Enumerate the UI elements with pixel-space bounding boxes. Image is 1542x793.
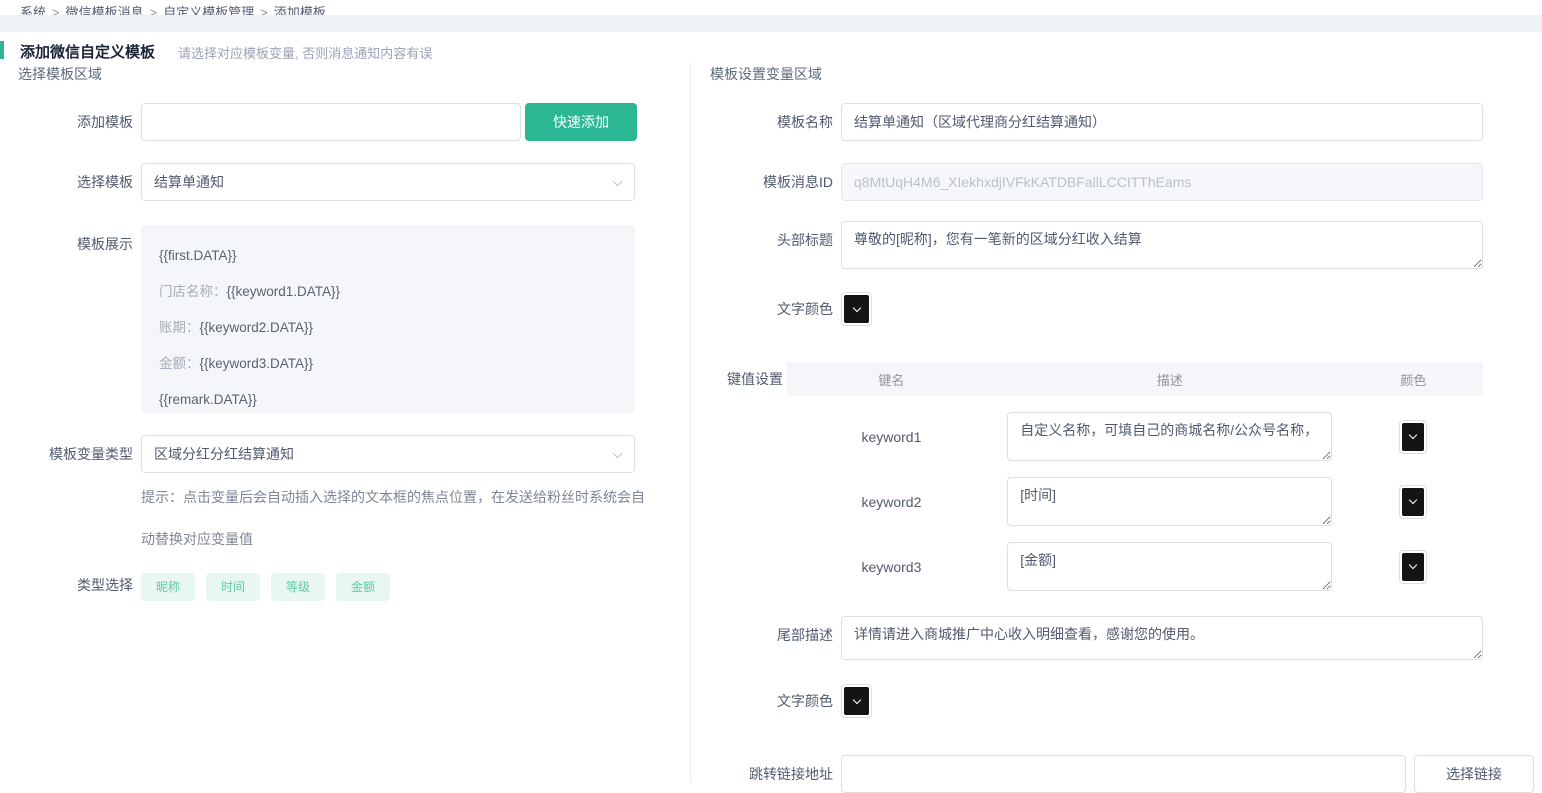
- page-title: 添加微信自定义模板: [20, 41, 155, 62]
- type-tag-level[interactable]: 等级: [271, 573, 325, 601]
- color-swatch: [1402, 488, 1424, 516]
- variable-type-value: 区域分红分红结算通知: [154, 446, 294, 462]
- title-accent-bar: [0, 41, 4, 59]
- type-tag-time[interactable]: 时间: [206, 573, 260, 601]
- select-template-value: 结算单通知: [154, 174, 224, 190]
- text-color-bottom-picker[interactable]: [841, 684, 872, 718]
- text-color-bottom-label: 文字颜色: [700, 684, 833, 718]
- kv-color-picker[interactable]: [1399, 420, 1427, 454]
- page-title-hint: 请选择对应模板变量, 否则消息通知内容有误: [178, 43, 432, 62]
- jump-link-input[interactable]: [841, 755, 1406, 793]
- add-template-label: 添加模板: [0, 103, 133, 141]
- kv-header-description: 描述: [996, 370, 1344, 389]
- preview-line: 门店名称：{{keyword1.DATA}}: [159, 274, 617, 310]
- kv-color-picker[interactable]: [1399, 550, 1427, 584]
- add-template-input[interactable]: [141, 103, 521, 141]
- preview-line: 金额：{{keyword3.DATA}}: [159, 346, 617, 382]
- variable-tip-text: 提示：点击变量后会自动插入选择的文本框的焦点位置，在发送给粉丝时系统会自动替换对…: [141, 476, 646, 560]
- chevron-down-icon: [1409, 431, 1417, 439]
- quick-add-button[interactable]: 快速添加: [525, 103, 637, 141]
- color-swatch: [844, 295, 869, 323]
- template-id-input: [841, 163, 1483, 201]
- kv-description-textarea[interactable]: [时间]: [1007, 477, 1332, 526]
- chevron-down-icon: [852, 695, 860, 703]
- type-select-label: 类型选择: [0, 570, 133, 600]
- header-divider-band: [0, 15, 1542, 32]
- kv-settings-table: 键名 描述 颜色 keyword1 自定义名称，可填自己的商城名称/公众号名称，…: [787, 362, 1483, 591]
- chevron-down-icon: [613, 177, 623, 187]
- chevron-down-icon: [852, 303, 860, 311]
- template-id-label: 模板消息ID: [700, 163, 833, 201]
- variable-type-label: 模板变量类型: [0, 435, 133, 473]
- kv-keyname: keyword1: [787, 429, 996, 445]
- kv-keyname: keyword3: [787, 559, 996, 575]
- kv-description-textarea[interactable]: 自定义名称，可填自己的商城名称/公众号名称，: [1007, 412, 1332, 461]
- select-template-dropdown[interactable]: 结算单通知: [141, 163, 635, 201]
- kv-keyname: keyword2: [787, 494, 996, 510]
- color-swatch: [1402, 553, 1424, 581]
- kv-header-keyname: 键名: [787, 370, 996, 389]
- color-swatch: [844, 687, 869, 715]
- chevron-down-icon: [1409, 561, 1417, 569]
- template-name-input[interactable]: [841, 103, 1483, 141]
- left-section-title: 选择模板区域: [18, 64, 102, 84]
- kv-color-picker[interactable]: [1399, 485, 1427, 519]
- kv-header-color: 颜色: [1344, 370, 1483, 389]
- header-title-label: 头部标题: [700, 221, 833, 259]
- header-title-textarea[interactable]: 尊敬的[昵称]，您有一笔新的区域分红收入结算: [841, 221, 1483, 269]
- kv-settings-label: 键值设置: [700, 362, 783, 396]
- kv-row-keyword3: keyword3 [金额]: [787, 542, 1483, 591]
- preview-line: {{first.DATA}}: [159, 238, 617, 274]
- template-name-label: 模板名称: [700, 103, 833, 141]
- text-color-top-label: 文字颜色: [700, 292, 833, 326]
- select-link-button[interactable]: 选择链接: [1414, 755, 1534, 793]
- select-template-label: 选择模板: [0, 163, 133, 201]
- column-divider: [690, 62, 691, 782]
- color-swatch: [1402, 423, 1424, 451]
- template-preview-box: {{first.DATA}} 门店名称：{{keyword1.DATA}} 账期…: [141, 225, 635, 413]
- template-preview-label: 模板展示: [0, 225, 133, 263]
- preview-line: 账期：{{keyword2.DATA}}: [159, 310, 617, 346]
- footer-desc-textarea[interactable]: 详情请进入商城推广中心收入明细查看，感谢您的使用。: [841, 616, 1483, 660]
- preview-line: {{remark.DATA}}: [159, 382, 617, 418]
- kv-table-header: 键名 描述 颜色: [787, 362, 1483, 396]
- variable-type-dropdown[interactable]: 区域分红分红结算通知: [141, 435, 635, 473]
- text-color-top-picker[interactable]: [841, 292, 872, 326]
- right-section-title: 模板设置变量区域: [710, 64, 822, 84]
- type-tag-list: 昵称 时间 等级 金额: [141, 573, 401, 601]
- kv-description-textarea[interactable]: [金额]: [1007, 542, 1332, 591]
- kv-row-keyword1: keyword1 自定义名称，可填自己的商城名称/公众号名称，: [787, 412, 1483, 461]
- kv-row-keyword2: keyword2 [时间]: [787, 477, 1483, 526]
- type-tag-nickname[interactable]: 昵称: [141, 573, 195, 601]
- chevron-down-icon: [1409, 496, 1417, 504]
- type-tag-amount[interactable]: 金额: [336, 573, 390, 601]
- jump-link-label: 跳转链接地址: [700, 755, 833, 793]
- chevron-down-icon: [613, 449, 623, 459]
- footer-desc-label: 尾部描述: [700, 616, 833, 654]
